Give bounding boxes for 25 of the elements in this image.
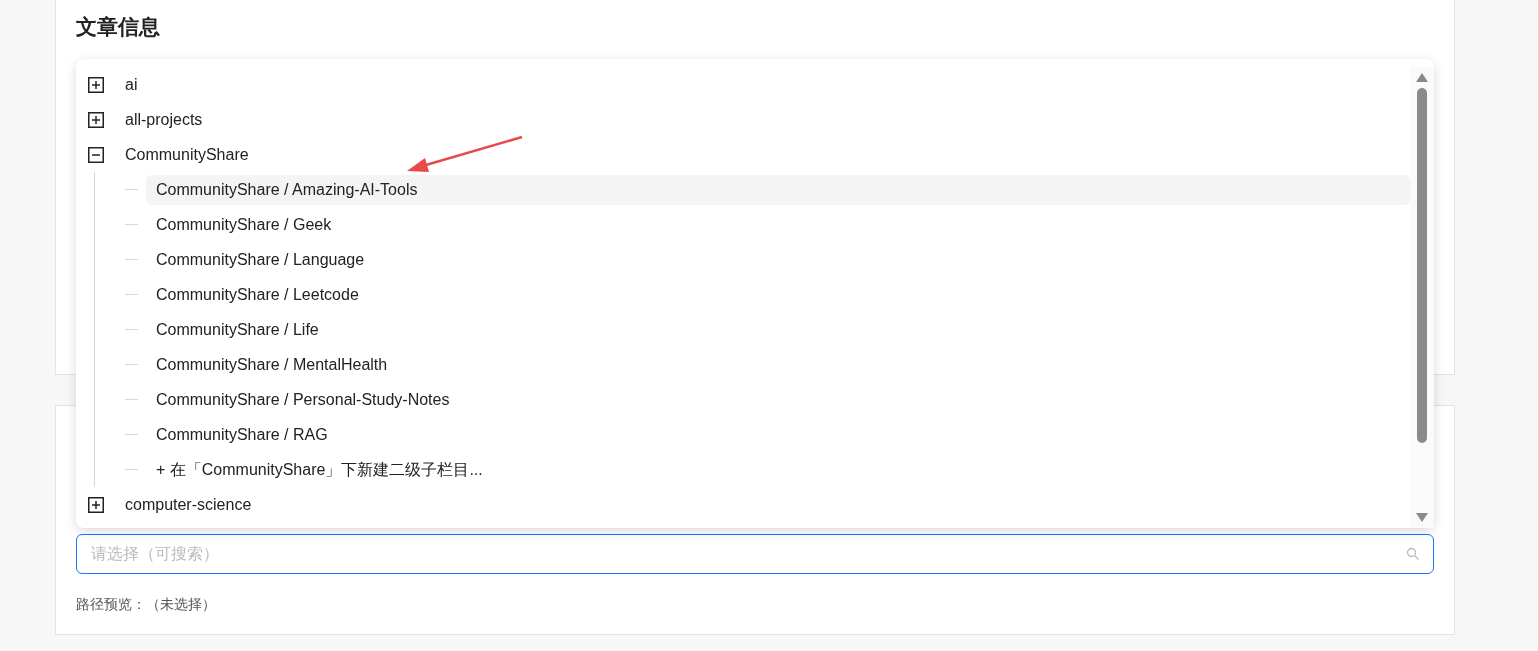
tree-option[interactable]: CommunityShare / Life bbox=[146, 314, 1410, 345]
tree-option[interactable]: CommunityShare / Amazing-AI-Tools bbox=[146, 174, 1410, 205]
tree-option[interactable]: CommunityShare / MentalHealth bbox=[146, 349, 1410, 380]
scroll-down-icon[interactable] bbox=[1416, 513, 1428, 522]
scrollbar[interactable] bbox=[1410, 67, 1434, 528]
tree-option[interactable]: CommunityShare / Geek bbox=[146, 209, 1410, 240]
expand-icon[interactable] bbox=[88, 111, 104, 128]
tree-node-label[interactable]: CommunityShare bbox=[125, 142, 249, 167]
path-preview-label: 路径预览： bbox=[76, 595, 146, 614]
tree-option[interactable]: CommunityShare / RAG bbox=[146, 419, 1410, 450]
scroll-up-icon[interactable] bbox=[1416, 73, 1428, 82]
tree-option[interactable]: + 在「CommunityShare」下新建二级子栏目... bbox=[146, 454, 1410, 485]
section-title: 文章信息 bbox=[76, 14, 161, 40]
tree-node-label[interactable]: ai bbox=[125, 72, 138, 97]
tree-option[interactable]: CommunityShare / Language bbox=[146, 244, 1410, 275]
tree-node-label[interactable]: computer-science bbox=[125, 492, 252, 517]
expand-icon[interactable] bbox=[88, 76, 104, 93]
expand-icon[interactable] bbox=[88, 496, 104, 513]
tree-node-label[interactable]: all-projects bbox=[125, 107, 203, 132]
path-preview-value: （未选择） bbox=[146, 595, 216, 614]
tree-option[interactable]: CommunityShare / Leetcode bbox=[146, 279, 1410, 310]
collapse-icon[interactable] bbox=[88, 146, 104, 163]
tree-option[interactable]: CommunityShare / Personal-Study-Notes bbox=[146, 384, 1410, 415]
search-icon bbox=[1406, 547, 1420, 561]
search-select-field[interactable]: 请选择（可搜索） bbox=[76, 534, 1434, 574]
